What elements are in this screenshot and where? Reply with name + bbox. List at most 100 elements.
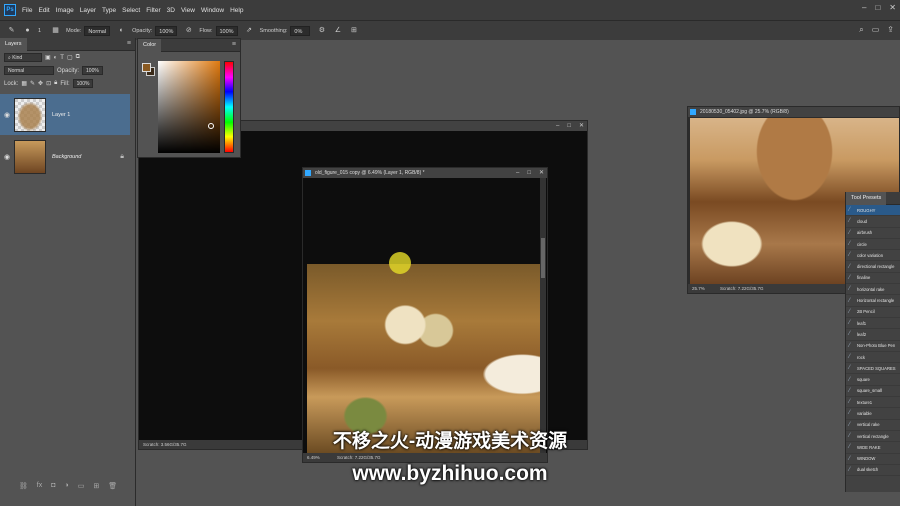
menu-type[interactable]: Type xyxy=(102,7,116,14)
tool-preset-label: ROUGHY xyxy=(857,207,876,213)
tool-preset-label: square xyxy=(857,377,870,383)
eye-icon[interactable]: ◉ xyxy=(0,153,14,161)
layer-fill-field[interactable]: 100% xyxy=(72,79,94,88)
tool-preset-item[interactable]: ⁄ airbrush xyxy=(846,228,900,239)
brush-panel-icon[interactable]: ▦ xyxy=(51,26,60,35)
menu-layer[interactable]: Layer xyxy=(80,7,96,14)
menu-file[interactable]: File xyxy=(22,7,32,14)
smoothing-field[interactable]: 0% xyxy=(290,25,311,36)
foreground-color-swatch[interactable] xyxy=(142,63,151,72)
doc-minimize-button[interactable]: – xyxy=(556,121,559,131)
lock-transparent-icon[interactable]: ▦ xyxy=(21,80,27,87)
lock-artboard-icon[interactable]: ⊡ xyxy=(46,80,51,87)
tool-preset-item[interactable]: ⁄ leaf1 xyxy=(846,318,900,330)
opacity-label: Opacity: xyxy=(132,27,153,34)
document-title-bar-main[interactable]: old_figure_015 copy @ 6.49% (Layer 1, RG… xyxy=(303,168,547,178)
tool-preset-label: leaf2 xyxy=(857,331,867,337)
tab-tool-presets[interactable]: Tool Presets xyxy=(846,192,887,205)
doc-maximize-button[interactable]: □ xyxy=(527,168,531,178)
close-button[interactable]: ✕ xyxy=(889,3,896,12)
layer-name[interactable]: Layer 1 xyxy=(52,112,70,118)
layer-opacity-field[interactable]: 100% xyxy=(82,66,103,75)
menu-help[interactable]: Help xyxy=(230,7,243,14)
flow-field[interactable]: 100% xyxy=(215,25,238,36)
opacity-label: Opacity: xyxy=(57,67,80,74)
blend-mode-select[interactable]: Normal xyxy=(4,66,54,75)
doc-close-button[interactable]: ✕ xyxy=(579,121,584,131)
tool-preset-item[interactable]: ⁄ circle xyxy=(846,239,900,251)
scrollbar-vertical[interactable] xyxy=(540,178,546,454)
maximize-button[interactable]: □ xyxy=(875,3,880,12)
tool-preset-item[interactable]: ⁄ color variation xyxy=(846,250,900,262)
tool-preset-label: WINDOW xyxy=(857,456,876,462)
tool-preset-label: horizontal rake xyxy=(857,286,885,292)
tool-preset-item[interactable]: ⁄ cloud xyxy=(846,216,900,228)
opacity-field[interactable]: 100% xyxy=(155,25,178,36)
watermark-text: 不移之火-动漫游戏美术资源 xyxy=(332,431,568,452)
document-icon xyxy=(690,109,696,115)
tool-preset-label: square_small xyxy=(857,388,882,394)
tool-preset-item[interactable]: ⁄ square_small xyxy=(846,386,900,398)
menu-image[interactable]: Image xyxy=(56,7,74,14)
tool-preset-item[interactable]: ⁄ rock xyxy=(846,352,900,364)
airbrush-icon[interactable]: ⇗ xyxy=(245,26,254,35)
menu-filter[interactable]: Filter xyxy=(146,7,160,14)
layer-row-layer-1[interactable]: ◉ Layer 1 xyxy=(0,94,130,135)
hue-slider[interactable] xyxy=(224,61,234,153)
menu-edit[interactable]: Edit xyxy=(38,7,49,14)
lock-paint-icon[interactable]: ✎ xyxy=(30,80,35,87)
tool-preset-item[interactable]: ⁄ Horizontal rectangle xyxy=(846,295,900,307)
tool-preset-item[interactable]: ⁄ texture1 xyxy=(846,397,900,409)
filter-shape-icon[interactable]: ▢ xyxy=(67,54,73,61)
symmetry-icon[interactable]: ⊞ xyxy=(349,26,358,35)
smoothing-settings-icon[interactable]: ⚙ xyxy=(317,26,326,35)
lock-all-icon[interactable]: 🔒︎ xyxy=(54,80,57,87)
filter-smart-icon[interactable]: ⧉ xyxy=(76,54,80,61)
layer-row-background[interactable]: ◉ Background 🔒︎ xyxy=(0,136,130,177)
workspace-icon[interactable]: ▭ xyxy=(872,25,880,35)
brush-icon: ⁄ xyxy=(849,218,851,225)
angle-icon[interactable]: ∠ xyxy=(333,26,342,35)
reference-status: Scratch: 7.22G/35.7G xyxy=(720,286,764,291)
brush-tool-icon[interactable]: ✎ xyxy=(7,26,16,35)
color-field[interactable] xyxy=(158,61,220,153)
menu-window[interactable]: Window xyxy=(201,7,224,14)
filter-adjustment-icon[interactable]: ◐ xyxy=(54,55,58,61)
panel-menu-icon[interactable]: ≡ xyxy=(127,40,131,47)
eye-icon[interactable]: ◉ xyxy=(0,111,14,119)
filter-type-icon[interactable]: T xyxy=(60,55,64,61)
tool-preset-item[interactable]: ⁄ ROUGHY xyxy=(846,205,900,217)
panel-menu-icon[interactable]: ≡ xyxy=(232,41,236,48)
document-title-bar-reference[interactable]: 20180530_05402.jpg @ 25.7% (RGB/8) xyxy=(688,107,899,117)
tool-preset-item[interactable]: ⁄ horizontal rake xyxy=(846,284,900,296)
filter-pixel-icon[interactable]: ▣ xyxy=(45,54,51,61)
menu-view[interactable]: View xyxy=(181,7,195,14)
tab-color[interactable]: Color xyxy=(138,39,162,52)
document-window-main[interactable]: old_figure_015 copy @ 6.49% (Layer 1, RG… xyxy=(302,167,548,463)
tool-preset-item[interactable]: ⁄ square xyxy=(846,374,900,386)
kind-filter-select[interactable]: ⌕ Kind xyxy=(4,53,42,62)
menu-select[interactable]: Select xyxy=(122,7,140,14)
minimize-button[interactable]: – xyxy=(862,3,866,12)
tool-preset-item[interactable]: ⁄ Non-Photo Blue Pen xyxy=(846,341,900,352)
tool-preset-item[interactable]: ⁄ finaline xyxy=(846,273,900,285)
tab-layers[interactable]: Layers xyxy=(0,38,27,51)
doc-minimize-button[interactable]: – xyxy=(516,168,519,178)
doc-maximize-button[interactable]: □ xyxy=(567,121,571,131)
layer-name[interactable]: Background xyxy=(52,154,81,160)
tool-preset-item[interactable]: ⁄ variable xyxy=(846,408,900,420)
doc-close-button[interactable]: ✕ xyxy=(539,168,544,178)
tool-preset-item[interactable]: ⁄ 2B Pencil xyxy=(846,307,900,318)
tool-preset-item[interactable]: ⁄ SPACED SQUARES xyxy=(846,363,900,375)
brush-preset-picker-icon[interactable]: ● xyxy=(23,26,32,35)
tool-preset-item[interactable]: ⁄ directional rectangle xyxy=(846,261,900,273)
lock-move-icon[interactable]: ✥ xyxy=(38,80,43,87)
search-icon[interactable]: ⌕ xyxy=(859,25,863,35)
pressure-opacity-icon[interactable]: ◐ xyxy=(117,26,126,35)
brush-icon: ⁄ xyxy=(849,399,851,406)
tablet-pressure-icon[interactable]: ⊘ xyxy=(184,26,193,35)
menu-3d[interactable]: 3D xyxy=(167,7,175,14)
share-icon[interactable]: ⇪ xyxy=(887,25,894,35)
mode-select[interactable]: Normal xyxy=(84,25,111,36)
tool-preset-item[interactable]: ⁄ leaf2 xyxy=(846,329,900,341)
